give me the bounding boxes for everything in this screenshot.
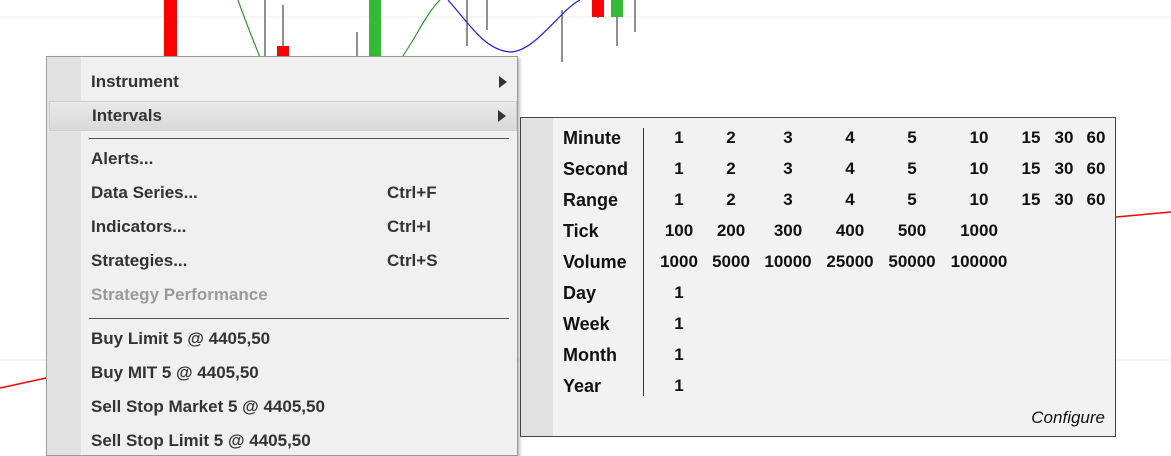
interval-option[interactable]: 4 xyxy=(845,157,854,181)
interval-option[interactable]: 100 xyxy=(665,219,693,243)
blue-indicator-line xyxy=(447,0,581,53)
interval-option[interactable]: 200 xyxy=(717,219,745,243)
menu-item-shortcut: Ctrl+I xyxy=(387,217,431,236)
interval-row-label: Volume xyxy=(563,252,627,272)
menu-item-label: Instrument xyxy=(91,72,179,91)
menu-item-intervals[interactable]: Intervals xyxy=(49,101,517,131)
menu-item-label: Strategy Performance xyxy=(91,285,268,304)
interval-option[interactable]: 3 xyxy=(783,126,792,150)
submenu-arrow-icon xyxy=(498,110,506,122)
menu-item-indicators[interactable]: Indicators... Ctrl+I xyxy=(49,212,517,242)
menu-item-label: Intervals xyxy=(92,106,162,125)
menu-item-sell-stop-market[interactable]: Sell Stop Market 5 @ 4405,50 xyxy=(49,392,517,422)
chart-context-menu: Instrument Intervals Alerts... Data Seri… xyxy=(46,56,518,456)
interval-option[interactable]: 50000 xyxy=(888,250,935,274)
menu-item-label: Sell Stop Limit 5 @ 4405,50 xyxy=(91,431,311,450)
interval-option[interactable]: 15 xyxy=(1022,157,1041,181)
interval-option[interactable]: 1 xyxy=(674,281,683,305)
interval-option[interactable]: 1000 xyxy=(660,250,698,274)
interval-option[interactable]: 3 xyxy=(783,188,792,212)
bear-candle xyxy=(164,0,177,60)
interval-option[interactable]: 1 xyxy=(674,374,683,398)
interval-option[interactable]: 2 xyxy=(726,188,735,212)
interval-row-label: Minute xyxy=(563,128,621,148)
interval-option[interactable]: 1 xyxy=(674,157,683,181)
menu-item-label: Indicators... xyxy=(91,217,187,236)
candles xyxy=(164,0,636,62)
interval-option[interactable]: 3 xyxy=(783,157,792,181)
interval-option[interactable]: 15 xyxy=(1022,126,1041,150)
intervals-submenu: Configure Minute 1 2 3 4 5 10 15 30 60 Second 1 2 3 4 5… xyxy=(520,117,1116,437)
interval-row-label: Second xyxy=(563,159,629,179)
interval-option[interactable]: 60 xyxy=(1087,126,1106,150)
interval-row-label: Month xyxy=(563,345,617,365)
interval-option[interactable]: 10 xyxy=(970,188,989,212)
menu-item-buy-limit[interactable]: Buy Limit 5 @ 4405,50 xyxy=(49,324,517,354)
interval-option[interactable]: 1 xyxy=(674,188,683,212)
interval-option[interactable]: 15 xyxy=(1022,188,1041,212)
interval-option[interactable]: 60 xyxy=(1087,157,1106,181)
menu-item-label: Buy MIT 5 @ 4405,50 xyxy=(91,363,259,382)
interval-option[interactable]: 300 xyxy=(774,219,802,243)
interval-option[interactable]: 1 xyxy=(674,343,683,367)
interval-option[interactable]: 25000 xyxy=(826,250,873,274)
interval-option[interactable]: 5 xyxy=(907,188,916,212)
interval-row-label: Range xyxy=(563,190,619,210)
interval-option[interactable]: 5 xyxy=(907,126,916,150)
interval-option[interactable]: 30 xyxy=(1055,157,1074,181)
interval-option[interactable]: 10 xyxy=(970,157,989,181)
interval-option[interactable]: 60 xyxy=(1087,188,1106,212)
menu-item-shortcut: Ctrl+F xyxy=(387,183,437,202)
interval-option[interactable]: 2 xyxy=(726,157,735,181)
interval-option[interactable]: 400 xyxy=(836,219,864,243)
menu-item-label: Alerts... xyxy=(91,149,154,168)
interval-option[interactable]: 1 xyxy=(674,312,683,336)
menu-item-sell-stop-limit[interactable]: Sell Stop Limit 5 @ 4405,50 xyxy=(49,426,517,455)
interval-option[interactable]: 30 xyxy=(1055,126,1074,150)
bull-candle xyxy=(369,0,381,60)
bull-candle xyxy=(611,0,623,17)
interval-option[interactable]: 5 xyxy=(907,157,916,181)
menu-item-alerts[interactable]: Alerts... xyxy=(49,144,517,174)
interval-option[interactable]: 4 xyxy=(845,188,854,212)
menu-item-label: Buy Limit 5 @ 4405,50 xyxy=(91,329,271,348)
interval-option[interactable]: 1 xyxy=(674,126,683,150)
interval-row-label: Tick xyxy=(563,221,599,241)
configure-link[interactable]: Configure xyxy=(1031,408,1105,428)
menu-item-label: Strategies... xyxy=(91,251,188,270)
menu-item-buy-mit[interactable]: Buy MIT 5 @ 4405,50 xyxy=(49,358,517,388)
interval-option[interactable]: 30 xyxy=(1055,188,1074,212)
menu-item-data-series[interactable]: Data Series... Ctrl+F xyxy=(49,178,517,208)
interval-row-label: Day xyxy=(563,283,597,303)
interval-option[interactable]: 10000 xyxy=(764,250,811,274)
menu-item-label: Sell Stop Market 5 @ 4405,50 xyxy=(91,397,325,416)
menu-separator xyxy=(89,138,509,139)
menu-item-label: Data Series... xyxy=(91,183,198,202)
menu-item-strategy-performance: Strategy Performance xyxy=(49,280,517,310)
interval-option[interactable]: 4 xyxy=(845,126,854,150)
menu-item-strategies[interactable]: Strategies... Ctrl+S xyxy=(49,246,517,276)
interval-option[interactable]: 500 xyxy=(898,219,926,243)
interval-option[interactable]: 100000 xyxy=(951,250,1008,274)
menu-item-shortcut: Ctrl+S xyxy=(387,251,438,270)
interval-option[interactable]: 1000 xyxy=(960,219,998,243)
interval-row-label: Week xyxy=(563,314,610,334)
interval-option[interactable]: 10 xyxy=(970,126,989,150)
interval-option[interactable]: 2 xyxy=(726,126,735,150)
interval-option[interactable]: 5000 xyxy=(712,250,750,274)
submenu-arrow-icon xyxy=(499,76,507,88)
bear-candle xyxy=(592,0,604,17)
submenu-divider xyxy=(643,128,644,396)
submenu-gutter xyxy=(521,118,553,436)
menu-item-instrument[interactable]: Instrument xyxy=(49,67,517,97)
interval-row-label: Year xyxy=(563,376,602,396)
menu-separator xyxy=(89,318,509,319)
